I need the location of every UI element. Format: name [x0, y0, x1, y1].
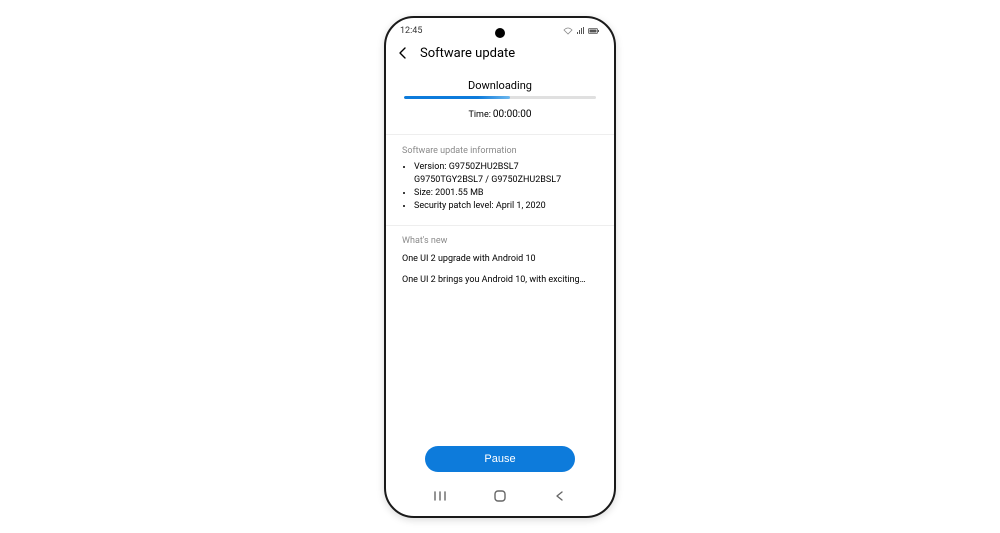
download-time: Time:00:00:00: [404, 109, 596, 120]
download-section: Downloading Time:00:00:00: [386, 65, 614, 130]
power-button: [615, 188, 616, 218]
home-icon[interactable]: [482, 486, 518, 506]
info-patch: Security patch level: April 1, 2020: [414, 200, 598, 213]
page-title: Software update: [420, 46, 515, 61]
battery-icon: [588, 27, 600, 35]
pause-button[interactable]: Pause: [425, 446, 575, 472]
update-info-section: Software update information Version: G97…: [386, 139, 614, 221]
whatsnew-headline: One UI 2 upgrade with Android 10: [402, 252, 598, 266]
recents-icon[interactable]: [422, 486, 458, 506]
progress-fill: [404, 96, 510, 99]
whatsnew-body: One UI 2 brings you Android 10, with exc…: [402, 273, 598, 287]
app-header: Software update: [386, 40, 614, 65]
status-time: 12:45: [400, 26, 422, 36]
download-status-label: Downloading: [404, 79, 596, 92]
info-version: Version: G9750ZHU2BSL7 G9750TGY2BSL7 / G…: [414, 161, 598, 187]
divider: [386, 225, 614, 226]
back-icon[interactable]: [396, 46, 410, 60]
time-label: Time:: [469, 110, 491, 120]
navigation-bar: [386, 482, 614, 516]
wifi-icon: [563, 27, 573, 35]
status-icons: [563, 27, 600, 35]
volume-button: [615, 128, 616, 178]
info-section-label: Software update information: [402, 145, 598, 158]
nav-back-icon[interactable]: [542, 486, 578, 506]
whatsnew-label: What's new: [402, 234, 598, 248]
signal-icon: [576, 27, 585, 35]
divider: [386, 134, 614, 135]
bottom-area: Pause: [386, 446, 614, 516]
whats-new-section: What's new One UI 2 upgrade with Android…: [386, 230, 614, 301]
front-camera: [495, 28, 505, 38]
progress-bar: [404, 96, 596, 99]
info-size: Size: 2001.55 MB: [414, 187, 598, 200]
phone-frame: 12:45 Software update Downloading Time:0…: [384, 16, 616, 518]
time-value: 00:00:00: [493, 109, 532, 120]
